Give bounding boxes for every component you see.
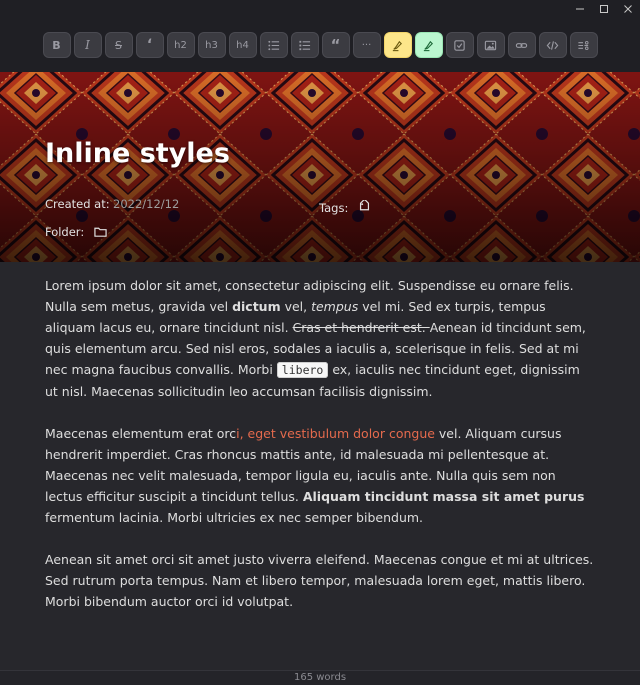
minimize-icon <box>576 8 584 10</box>
italic-button[interactable]: I <box>73 32 102 58</box>
italic-icon: I <box>85 38 90 52</box>
image-icon <box>484 40 497 50</box>
bold-button[interactable]: B <box>42 32 71 58</box>
created-at-label: Created at: <box>45 197 110 211</box>
heading-4-button[interactable]: h4 <box>228 32 257 58</box>
paragraph-1: Lorem ipsum dolor sit amet, consectetur … <box>45 275 595 402</box>
word-count: 165 words <box>293 672 347 683</box>
close-icon <box>624 5 632 13</box>
code-block-icon <box>578 40 589 50</box>
heading-4-icon: h4 <box>236 39 249 51</box>
strikethrough-text: Cras et hendrerit est. <box>292 320 430 335</box>
close-button[interactable] <box>616 0 640 18</box>
formatting-toolbar: B I S ‘ h2 h3 h4 “ ··· <box>0 18 640 72</box>
heading-3-button[interactable]: h3 <box>197 32 226 58</box>
link-button[interactable] <box>507 32 536 58</box>
highlight-yellow-button[interactable] <box>383 32 412 58</box>
text-run: fermentum lacinia. Morbi ultricies ex ne… <box>45 510 424 525</box>
bold-text: Aliquam tincidunt massa sit amet purus <box>302 489 585 504</box>
inline-quote-button[interactable]: ‘ <box>135 32 164 58</box>
bulleted-list-icon <box>268 40 280 50</box>
heading-2-icon: h2 <box>174 39 187 51</box>
folder-icon[interactable] <box>94 226 107 238</box>
blockquote-button[interactable]: “ <box>321 32 350 58</box>
strikethrough-icon: S <box>115 38 122 52</box>
window-title-bar <box>0 0 640 18</box>
note-title[interactable]: Inline styles <box>45 138 230 169</box>
heading-2-button[interactable]: h2 <box>166 32 195 58</box>
tag-icon[interactable] <box>358 200 371 213</box>
text-run: Maecenas elementum erat orc <box>45 426 237 441</box>
folder-label: Folder: <box>45 225 85 239</box>
italic-text: tempus <box>311 299 359 314</box>
tags-label: Tags: <box>319 201 349 215</box>
highlighter-yellow-icon <box>392 40 403 51</box>
checkbox-button[interactable] <box>445 32 474 58</box>
more-icon: ··· <box>361 39 372 51</box>
minimize-button[interactable] <box>568 0 592 18</box>
blockquote-icon: “ <box>330 36 341 54</box>
maximize-icon <box>600 5 608 13</box>
checkbox-icon <box>454 39 465 51</box>
text-run: vel, <box>280 299 312 314</box>
note-body[interactable]: Lorem ipsum dolor sit amet, consectetur … <box>45 275 595 633</box>
image-button[interactable] <box>476 32 505 58</box>
highlighter-green-icon <box>423 40 434 51</box>
inline-quote-icon: ‘ <box>146 37 153 53</box>
more-button[interactable]: ··· <box>352 32 381 58</box>
numbered-list-icon <box>299 40 311 50</box>
created-at-value: 2022/12/12 <box>113 197 180 211</box>
window-controls <box>568 0 640 18</box>
colored-text: i, eget vestibulum dolor congue <box>236 426 435 441</box>
maximize-button[interactable] <box>592 0 616 18</box>
heading-3-icon: h3 <box>205 39 218 51</box>
strikethrough-button[interactable]: S <box>104 32 133 58</box>
code-icon <box>546 40 559 50</box>
paragraph-2: Maecenas elementum erat orci, eget vesti… <box>45 423 595 528</box>
code-button[interactable] <box>538 32 567 58</box>
link-icon <box>515 42 528 48</box>
status-bar: 165 words <box>0 670 640 685</box>
bold-icon: B <box>52 38 61 52</box>
code-block-button[interactable] <box>569 32 598 58</box>
bold-text: dictum <box>232 299 281 314</box>
numbered-list-button[interactable] <box>290 32 319 58</box>
paragraph-3: Aenean sit amet orci sit amet justo vive… <box>45 552 594 609</box>
inline-code: libero <box>276 362 329 378</box>
bulleted-list-button[interactable] <box>259 32 288 58</box>
highlight-green-button[interactable] <box>414 32 443 58</box>
